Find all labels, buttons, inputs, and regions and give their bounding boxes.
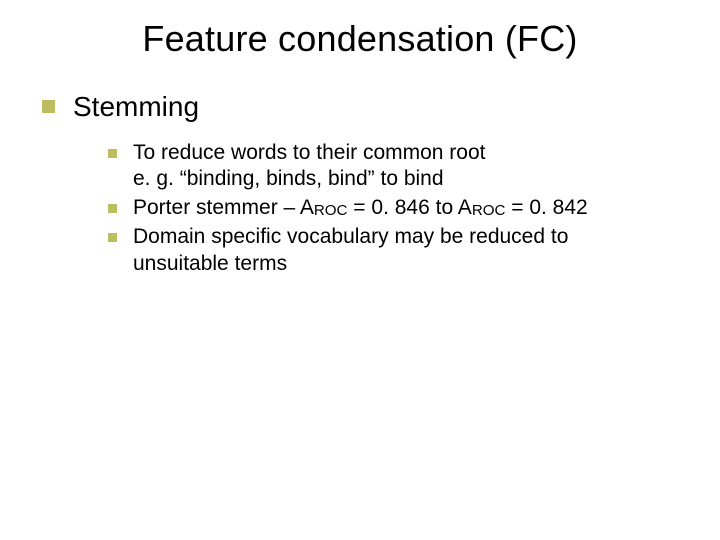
subscript-text: ROC (472, 202, 506, 219)
text-fragment: = 0. 846 to A (347, 196, 471, 219)
text-line: To reduce words to their common root (133, 141, 486, 164)
level1-heading: Stemming (73, 90, 199, 124)
text-line: unsuitable terms (133, 252, 287, 275)
square-bullet-icon (42, 100, 55, 113)
text-line: Domain specific vocabulary may be reduce… (133, 225, 568, 248)
text-line: e. g. “binding, binds, bind” to bind (133, 167, 444, 190)
text-fragment: = 0. 842 (505, 196, 587, 219)
square-bullet-icon (108, 149, 117, 158)
list-item: To reduce words to their common root e. … (108, 140, 660, 194)
level2-list: To reduce words to their common root e. … (0, 140, 720, 278)
list-item: Domain specific vocabulary may be reduce… (108, 224, 660, 278)
subscript-text: ROC (314, 202, 348, 219)
bullet-text: Porter stemmer – AROC = 0. 846 to AROC =… (133, 195, 588, 222)
square-bullet-icon (108, 204, 117, 213)
bullet-text: To reduce words to their common root e. … (133, 140, 486, 194)
slide-title: Feature condensation (FC) (0, 0, 720, 90)
bullet-text: Domain specific vocabulary may be reduce… (133, 224, 568, 278)
list-item-level1: Stemming (0, 90, 720, 124)
slide: Feature condensation (FC) Stemming To re… (0, 0, 720, 540)
square-bullet-icon (108, 233, 117, 242)
list-item: Porter stemmer – AROC = 0. 846 to AROC =… (108, 195, 660, 222)
text-fragment: Porter stemmer – A (133, 196, 314, 219)
